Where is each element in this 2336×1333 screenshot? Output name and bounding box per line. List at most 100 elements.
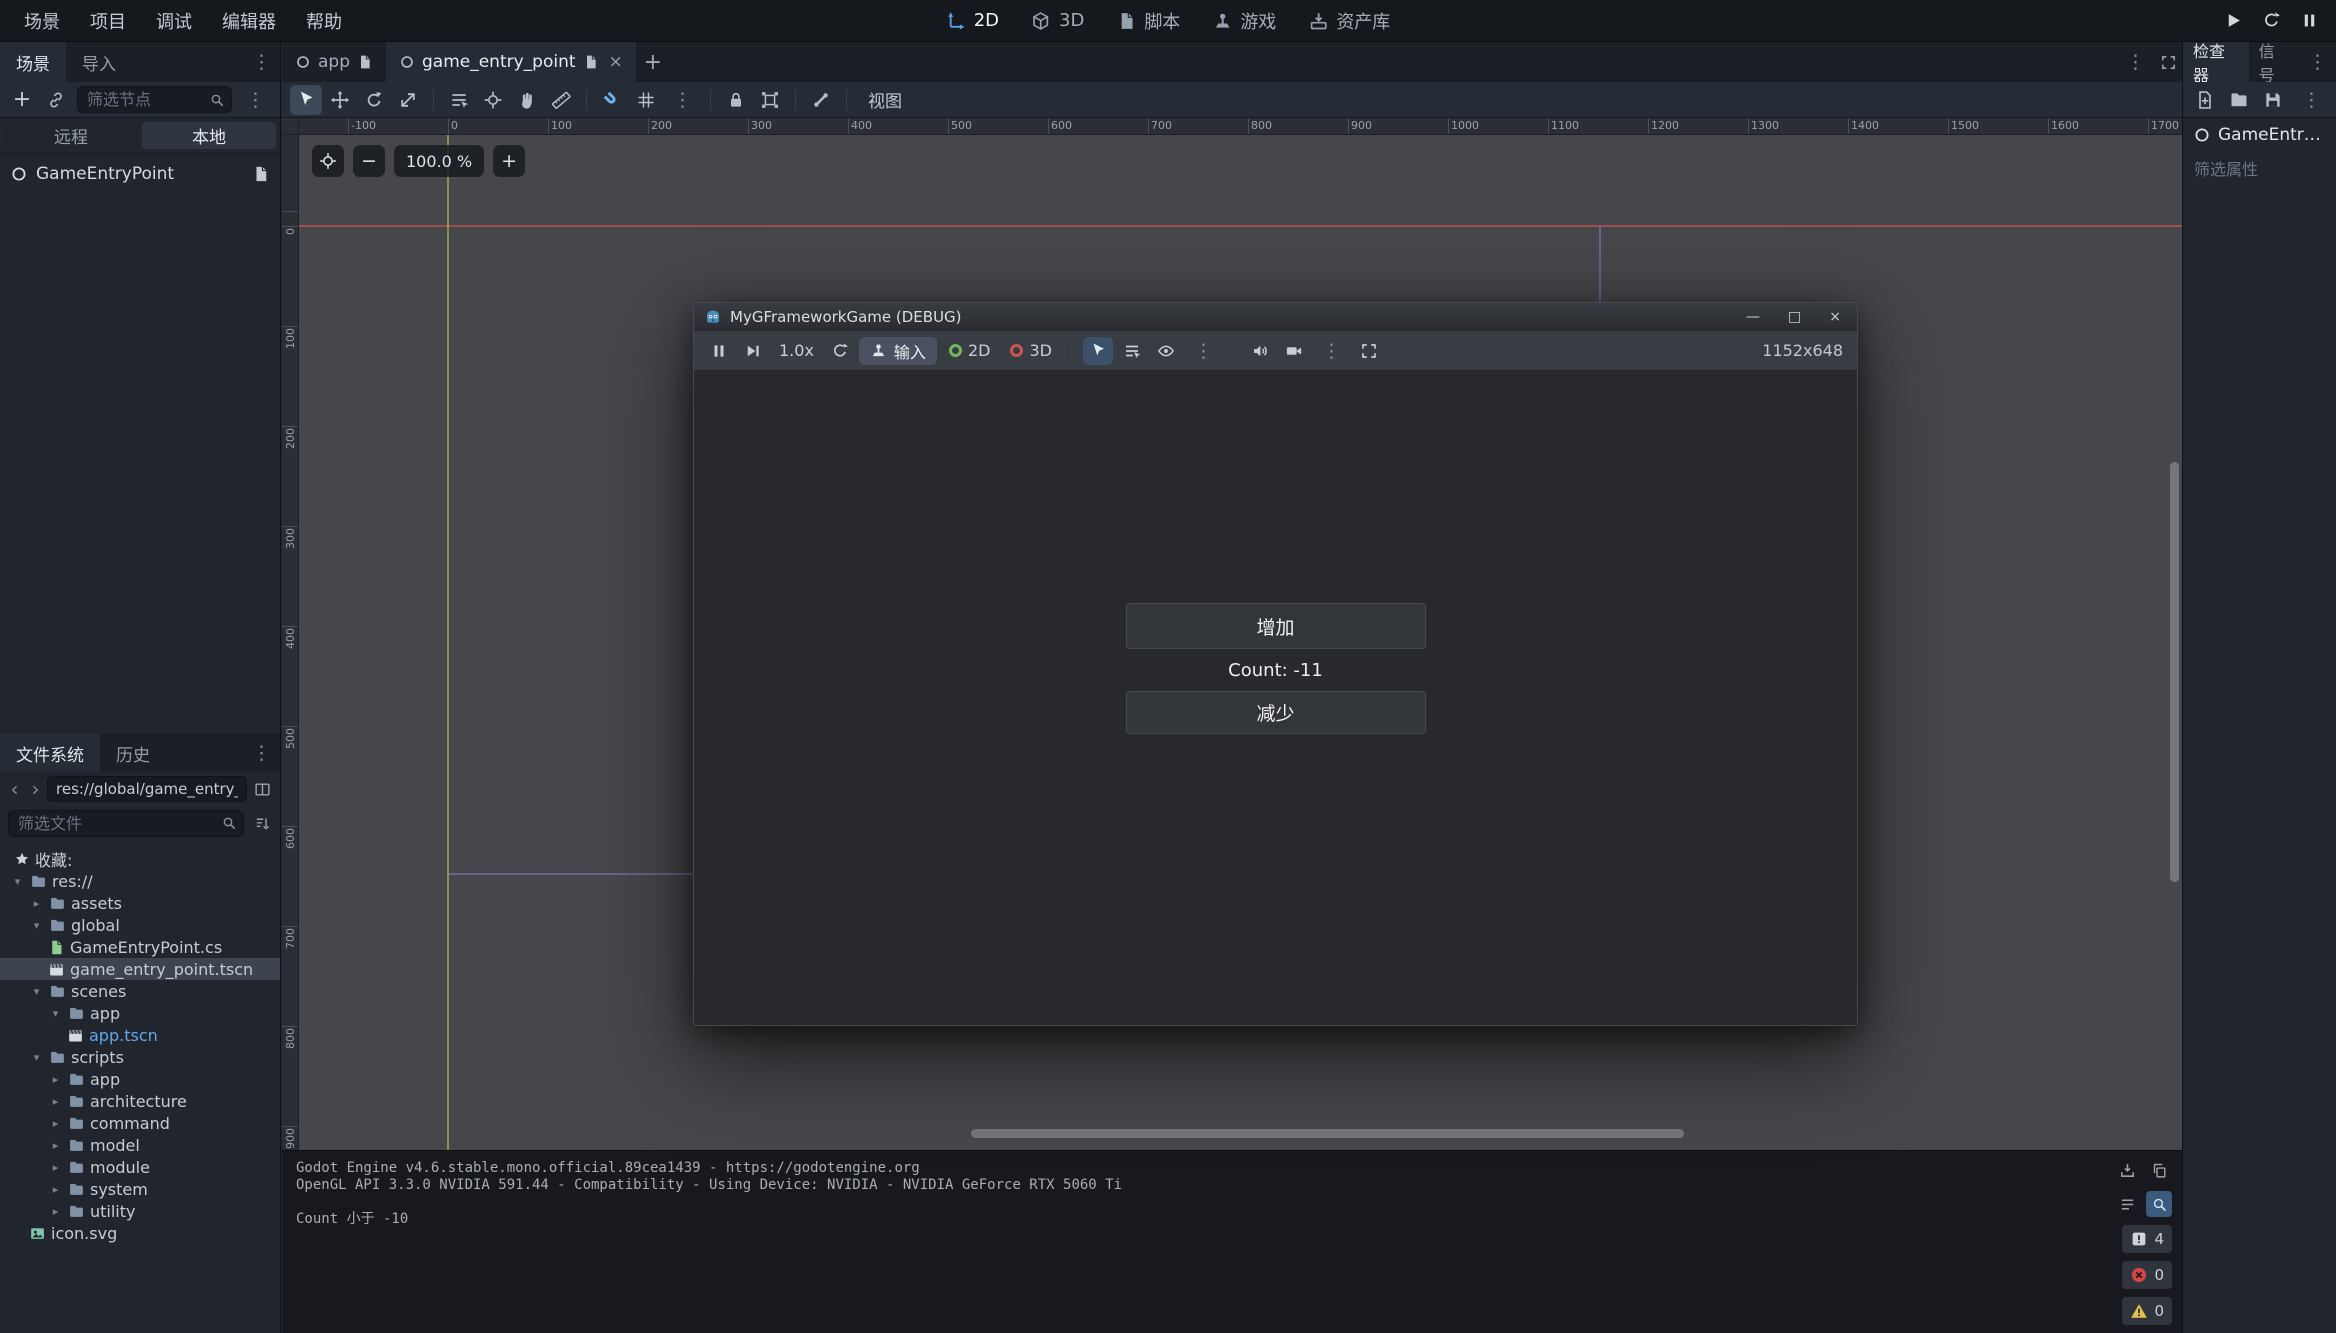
chevron-right-icon[interactable]: ▸	[29, 897, 44, 910]
chevron-right-icon[interactable]: ▸	[48, 1073, 63, 1086]
wrap-lines-button[interactable]	[2114, 1191, 2140, 1217]
new-scene-tab-button[interactable]: +	[636, 42, 670, 82]
lock-node-button[interactable]	[720, 85, 752, 115]
reset-game-button[interactable]	[825, 337, 855, 365]
chevron-right-icon[interactable]: ▸	[48, 1139, 63, 1152]
load-resource-button[interactable]	[2223, 85, 2255, 115]
filter-files-input[interactable]	[8, 810, 244, 837]
file-row-architecture[interactable]: ▸architecture	[0, 1090, 280, 1112]
file-row-scenes[interactable]: ▾scenes	[0, 980, 280, 1002]
move-tool-button[interactable]	[324, 85, 356, 115]
inspector-extra-menu-icon[interactable]: ⋮	[2293, 89, 2330, 111]
chevron-right-icon[interactable]: ▸	[48, 1205, 63, 1218]
chevron-down-icon[interactable]: ▾	[29, 919, 44, 932]
input-mode-toggle[interactable]: 输入	[859, 337, 937, 365]
favorites-row[interactable]: 收藏:	[0, 848, 280, 870]
zoom-in-button[interactable]: +	[493, 145, 525, 177]
instantiate-scene-button[interactable]	[40, 85, 72, 115]
select-tool-button[interactable]	[290, 85, 322, 115]
next-frame-button[interactable]	[738, 337, 768, 365]
inspector-dock-menu-icon[interactable]: ⋮	[2299, 42, 2336, 82]
file-row-app[interactable]: ▸app	[0, 1068, 280, 1090]
current-path-input[interactable]	[47, 776, 247, 802]
grid-snap-toggle[interactable]	[630, 85, 662, 115]
tab-import-dock[interactable]: 导入	[66, 42, 132, 82]
chevron-right-icon[interactable]: ▸	[48, 1117, 63, 1130]
scene-tree-node-gameentrypoint[interactable]: GameEntryPoint	[0, 158, 280, 190]
menu-debug[interactable]: 调试	[142, 2, 206, 40]
tab-history[interactable]: 历史	[100, 734, 166, 772]
scene-tabs-menu-icon[interactable]: ⋮	[2117, 42, 2154, 82]
center-view-button[interactable]	[312, 145, 344, 177]
chevron-down-icon[interactable]: ▾	[29, 985, 44, 998]
game-select-options-icon[interactable]: ⋮	[1185, 340, 1222, 362]
history-back-button[interactable]: ‹	[5, 777, 24, 801]
history-forward-button[interactable]: ›	[26, 777, 45, 801]
game-window[interactable]: MyGFrameworkGame (DEBUG) — □ × 1.0x 输入 2…	[693, 302, 1858, 1026]
pause-game-button[interactable]	[704, 337, 734, 365]
mode-2d-toggle[interactable]: 2D	[941, 337, 999, 365]
vertical-scrollbar[interactable]	[2170, 462, 2179, 882]
snap-options-icon[interactable]: ⋮	[664, 89, 701, 111]
expand-viewport-icon[interactable]	[2154, 42, 2182, 82]
split-view-icon[interactable]	[249, 776, 275, 802]
chevron-right-icon[interactable]: ▸	[48, 1183, 63, 1196]
file-row-assets[interactable]: ▸assets	[0, 892, 280, 914]
skeleton-options-button[interactable]	[805, 85, 837, 115]
add-node-button[interactable]: +	[6, 85, 38, 115]
menu-project[interactable]: 项目	[76, 2, 140, 40]
file-row-gameentrypoint.cs[interactable]: GameEntryPoint.cs	[0, 936, 280, 958]
game-audio-toggle[interactable]	[1245, 337, 1275, 365]
zoom-level-label[interactable]: 100.0 %	[394, 145, 484, 177]
remote-button[interactable]: 远程	[4, 122, 138, 149]
scene-tab-game-entry-point[interactable]: game_entry_point ×	[386, 42, 636, 82]
close-window-icon[interactable]: ×	[1829, 309, 1841, 325]
pan-tool-button[interactable]	[511, 85, 543, 115]
inspected-node-row[interactable]: GameEntryPoint	[2183, 118, 2336, 152]
mode-3d-toggle[interactable]: 3D	[1002, 337, 1060, 365]
file-row-icon.svg[interactable]: icon.svg	[0, 1222, 280, 1244]
copy-log-button[interactable]	[2146, 1157, 2172, 1183]
file-row-scripts[interactable]: ▾scripts	[0, 1046, 280, 1068]
rotate-tool-button[interactable]	[358, 85, 390, 115]
play-button[interactable]	[2218, 6, 2248, 36]
file-row-app[interactable]: ▾app	[0, 1002, 280, 1024]
game-speed-label[interactable]: 1.0x	[772, 341, 821, 360]
chevron-right-icon[interactable]: ▸	[48, 1095, 63, 1108]
minimize-window-icon[interactable]: —	[1746, 309, 1760, 325]
warnings-badge[interactable]: 0	[2122, 1297, 2172, 1325]
tab-signals[interactable]: 信号	[2249, 42, 2299, 82]
list-select-tool-button[interactable]	[443, 85, 475, 115]
game-window-titlebar[interactable]: MyGFrameworkGame (DEBUG) — □ ×	[694, 303, 1857, 331]
workspace-assetlib-button[interactable]: 资产库	[1295, 3, 1403, 39]
file-row-game-entry-point.tscn[interactable]: game_entry_point.tscn	[0, 958, 280, 980]
view-menu-button[interactable]: 视图	[856, 83, 914, 116]
game-visibility-button[interactable]	[1151, 337, 1181, 365]
chevron-down-icon[interactable]: ▾	[48, 1007, 63, 1020]
ruler-tool-button[interactable]	[545, 85, 577, 115]
smart-snap-toggle[interactable]	[596, 85, 628, 115]
restart-button[interactable]	[2256, 6, 2286, 36]
file-row-res-[interactable]: ▾res://	[0, 870, 280, 892]
file-row-global[interactable]: ▾global	[0, 914, 280, 936]
pivot-tool-button[interactable]	[477, 85, 509, 115]
scene-tab-app[interactable]: app	[282, 42, 386, 82]
chevron-right-icon[interactable]: ▸	[48, 1161, 63, 1174]
search-log-button[interactable]	[2146, 1191, 2172, 1217]
filesystem-menu-icon[interactable]: ⋮	[243, 734, 280, 772]
local-button[interactable]: 本地	[142, 122, 276, 149]
maximize-window-icon[interactable]: □	[1788, 309, 1801, 325]
chevron-down-icon[interactable]: ▾	[10, 875, 25, 888]
tab-inspector[interactable]: 检查器	[2183, 42, 2249, 82]
tab-script-icon[interactable]	[583, 54, 599, 70]
menu-editor[interactable]: 编辑器	[208, 2, 290, 40]
scale-tool-button[interactable]	[392, 85, 424, 115]
zoom-out-button[interactable]: −	[353, 145, 385, 177]
tab-script-icon[interactable]	[357, 54, 373, 70]
group-node-button[interactable]	[754, 85, 786, 115]
sort-files-icon[interactable]	[249, 810, 275, 836]
camera-override-button[interactable]	[1279, 337, 1309, 365]
increase-button[interactable]: 增加	[1126, 603, 1426, 649]
filter-properties-row[interactable]: 筛选属性	[2183, 152, 2336, 184]
chevron-down-icon[interactable]: ▾	[29, 1051, 44, 1064]
